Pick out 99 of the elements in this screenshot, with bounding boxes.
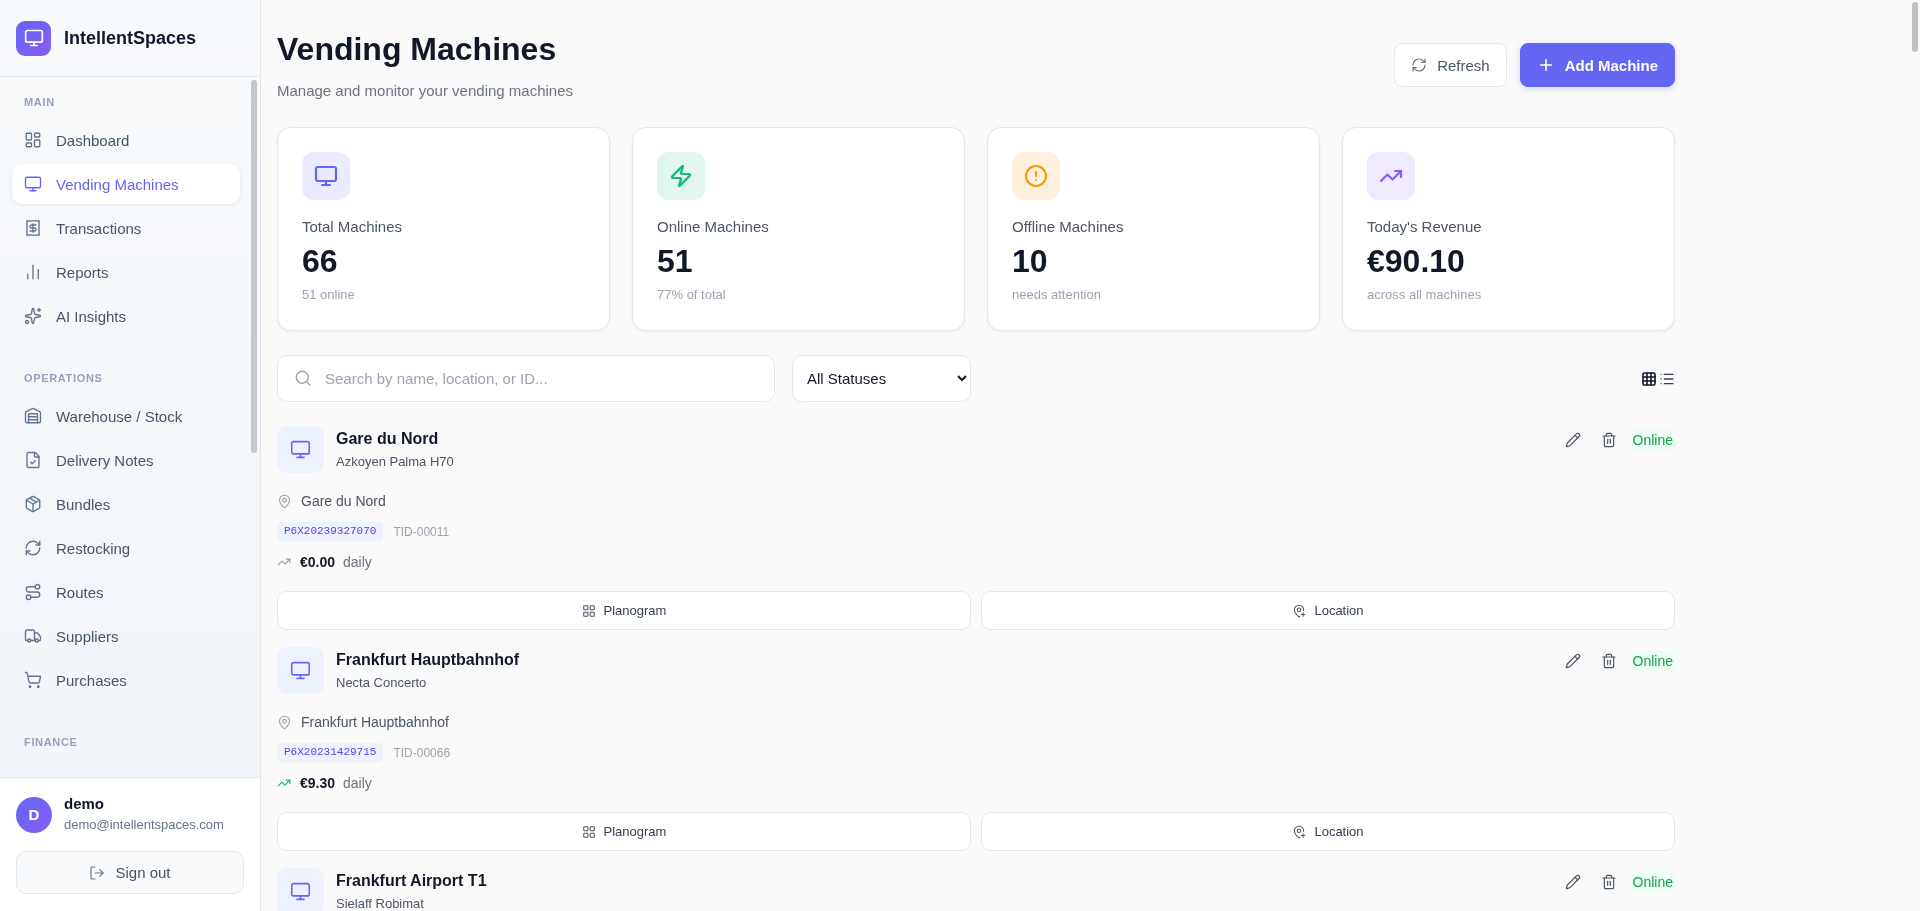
nav-item[interactable]: Reports (12, 252, 240, 292)
revenue-amount: €9.30 (300, 774, 336, 793)
monitor-icon (277, 647, 324, 694)
machine-model: Necta Concerto (336, 675, 427, 691)
nav-item[interactable]: Delivery Notes (12, 440, 240, 480)
monitor-icon (302, 152, 350, 200)
pencil-icon[interactable] (1564, 653, 1581, 669)
stat-note: across all machines (1367, 286, 1482, 304)
terminal-id: TID-00066 (393, 744, 451, 761)
stat-label: Today's Revenue (1367, 217, 1482, 237)
stat-value: 66 (302, 242, 338, 280)
serial-tag: P6X20231429715 (277, 743, 384, 762)
monitor-icon (277, 868, 324, 911)
status-badge: Online (1630, 430, 1675, 450)
pencil-icon[interactable] (1564, 432, 1581, 448)
trash-icon[interactable] (1600, 432, 1617, 448)
machine-name: Gare du Nord (336, 429, 439, 449)
nav-item[interactable]: Purchases (12, 660, 240, 700)
stat-note: 51 online (302, 286, 355, 304)
status-badge: Online (1630, 872, 1675, 892)
machine-name: Frankfurt Hauptbahnhof (336, 650, 520, 670)
location-text: Gare du Nord (301, 492, 386, 511)
brand-name: IntellentSpaces (64, 27, 197, 49)
stat-value: 51 (657, 242, 693, 280)
revenue-period: daily (343, 774, 372, 793)
search-field[interactable]: Search by name, location, or ID... (277, 355, 775, 402)
status-select[interactable]: All Statuses (792, 355, 971, 402)
lightning-icon (657, 152, 705, 200)
monitor-icon (277, 426, 324, 473)
pin-plus-icon (1292, 603, 1307, 618)
layout-icon (24, 131, 42, 149)
planogram-button[interactable]: Planogram (277, 591, 971, 630)
user-email: demo@intellentspaces.com (64, 816, 224, 834)
stat-label: Online Machines (657, 217, 769, 237)
terminal-id: TID-00011 (393, 523, 450, 540)
cart-icon (24, 671, 42, 689)
refresh-icon (24, 539, 42, 557)
pin-icon (277, 493, 292, 509)
truck-icon (24, 627, 42, 645)
machine-model: Azkoyen Palma H70 (336, 454, 454, 470)
stat-note: 77% of total (657, 286, 726, 304)
nav-item[interactable]: AI Insights (12, 296, 240, 336)
trend-up-icon (1367, 152, 1415, 200)
logo-icon (16, 20, 51, 56)
status-badge: Online (1630, 651, 1675, 671)
bar-chart-icon (24, 263, 42, 281)
stat-note: needs attention (1012, 286, 1101, 304)
monitor-icon (24, 175, 42, 193)
nav-item[interactable]: Vending Machines (12, 164, 240, 204)
nav-item[interactable]: Restocking (12, 528, 240, 568)
pencil-icon[interactable] (1564, 874, 1581, 890)
trash-icon[interactable] (1600, 653, 1617, 669)
stat-label: Total Machines (302, 217, 403, 237)
nav-item[interactable]: Routes (12, 572, 240, 612)
search-icon (294, 369, 312, 387)
grid-icon (581, 603, 596, 618)
machine-name: Frankfurt Airport T1 (336, 871, 487, 891)
sign-out-icon (89, 864, 106, 881)
stat-label: Offline Machines (1012, 217, 1124, 237)
alert-icon (1012, 152, 1060, 200)
machine-model: Sielaff Robimat (336, 896, 424, 911)
page-title: Vending Machines (277, 30, 557, 69)
location-text: Frankfurt Hauptbahnhof (301, 713, 449, 732)
planogram-button[interactable]: Planogram (277, 812, 971, 851)
stat-value: €90.10 (1367, 242, 1465, 280)
refresh-icon (1411, 57, 1428, 73)
sign-out-button[interactable]: Sign out (16, 851, 244, 894)
location-button[interactable]: Location (981, 591, 1675, 630)
revenue-period: daily (343, 553, 372, 572)
pin-icon (277, 714, 292, 730)
page-subtitle: Manage and monitor your vending machines (277, 81, 573, 101)
trash-icon[interactable] (1600, 874, 1617, 890)
revenue-amount: €0.00 (300, 553, 336, 572)
section-label: MAIN (23, 95, 55, 110)
nav-item[interactable]: Dashboard (12, 120, 240, 160)
package-icon (24, 495, 42, 513)
nav-item[interactable]: Transactions (12, 208, 240, 248)
warehouse-icon (24, 407, 42, 425)
avatar: D (16, 796, 52, 833)
refresh-button[interactable]: Refresh (1394, 43, 1507, 87)
location-button[interactable]: Location (981, 812, 1675, 851)
nav-item[interactable]: Bundles (12, 484, 240, 524)
nav-item[interactable]: Suppliers (12, 616, 240, 656)
section-label: OPERATIONS (23, 371, 103, 386)
nav-item[interactable]: Warehouse / Stock (12, 396, 240, 436)
pin-plus-icon (1292, 824, 1307, 839)
add-machine-button[interactable]: Add Machine (1519, 43, 1675, 87)
scrollbar-thumb[interactable] (1912, 2, 1918, 52)
scrollbar-thumb[interactable] (251, 80, 257, 453)
user-name: demo (64, 795, 105, 813)
receipt-icon (24, 219, 42, 237)
table-icon[interactable] (1641, 370, 1657, 387)
sparkles-icon (24, 307, 42, 325)
serial-tag: P6X20239327070 (277, 522, 384, 541)
route-icon (24, 583, 42, 601)
file-check-icon (24, 451, 42, 469)
grid-icon (581, 824, 596, 839)
section-label: FINANCE (23, 735, 78, 750)
stat-value: 10 (1012, 242, 1048, 280)
